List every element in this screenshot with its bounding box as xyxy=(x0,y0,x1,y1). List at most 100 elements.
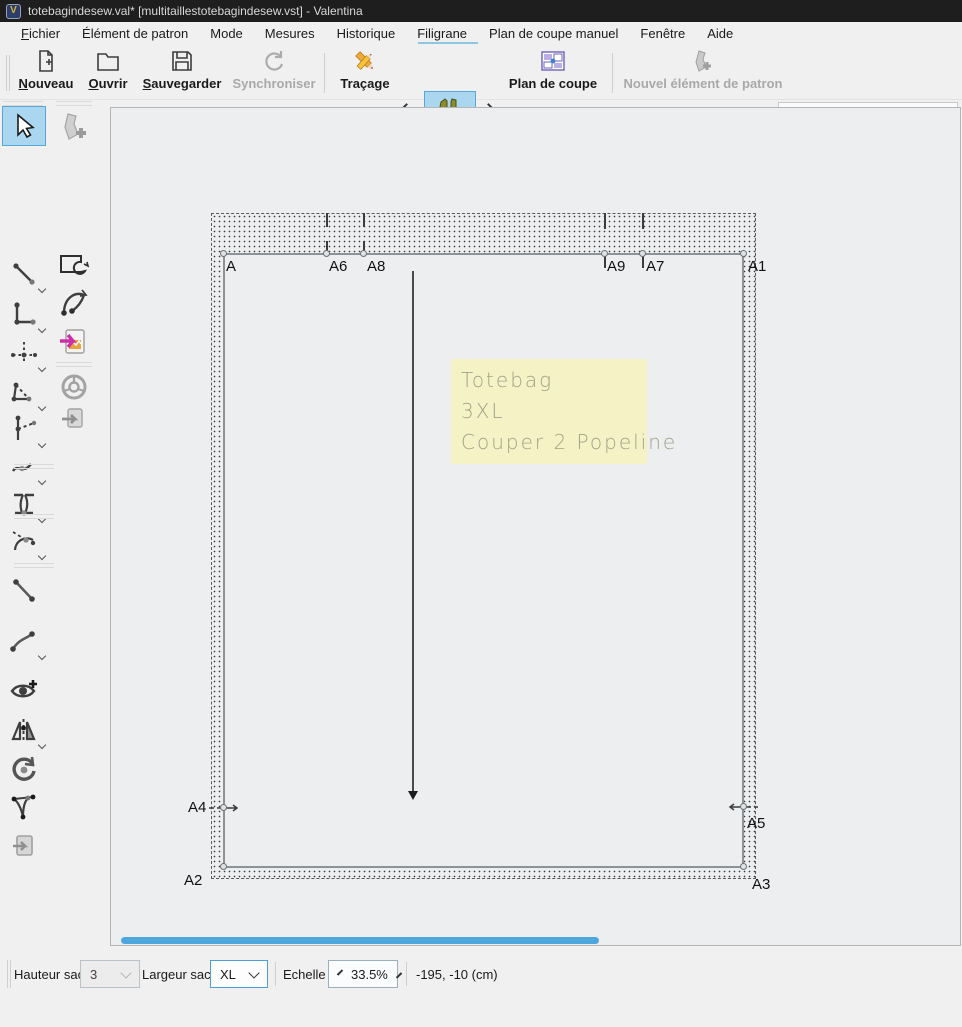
palette-separator xyxy=(56,362,92,367)
decrease-zoom-icon[interactable] xyxy=(337,969,343,975)
point-on-line-tool[interactable] xyxy=(2,409,46,449)
grainline-arrowhead xyxy=(408,791,418,800)
toolbar-separator xyxy=(324,53,325,93)
chevron-down-icon xyxy=(38,741,46,749)
menu-aide[interactable]: Aide xyxy=(696,23,744,44)
ouvrir-button[interactable]: Ouvrir xyxy=(85,48,131,97)
point-a1[interactable] xyxy=(740,250,747,257)
new-pattern-piece-tool xyxy=(54,106,94,146)
true-darts-tool[interactable] xyxy=(2,787,46,827)
nouveau-button[interactable]: Nouveau xyxy=(16,48,76,97)
selection-arrow-tool[interactable] xyxy=(2,106,46,146)
chevron-down-icon xyxy=(38,364,46,372)
axis-point-tool[interactable] xyxy=(2,333,46,373)
open-folder-icon xyxy=(95,48,121,74)
segment-tool[interactable] xyxy=(2,571,46,611)
point-a6[interactable] xyxy=(323,250,330,257)
point-a8[interactable] xyxy=(360,250,367,257)
point-label-a8[interactable]: A8 xyxy=(367,258,385,275)
drawing-canvas[interactable]: A A6 A8 A9 A7 A1 A4 A5 A2 A3 Totebag 3XL… xyxy=(110,107,961,946)
tracage-mode-button[interactable]: Traçage xyxy=(336,48,394,97)
export-tool xyxy=(2,826,46,866)
insert-image-tool[interactable] xyxy=(54,322,94,362)
hauteur-sac-label: Hauteur sac: xyxy=(14,967,88,982)
valentina-logo-icon: V xyxy=(6,4,21,19)
menu-plan-de-coupe-manuel[interactable]: Plan de coupe manuel xyxy=(478,23,629,44)
point-label-a7[interactable]: A7 xyxy=(646,258,664,275)
piece-label-line-1: Totebag xyxy=(461,365,637,396)
corner-point-tool[interactable] xyxy=(2,294,46,334)
notch-a8-outer xyxy=(363,213,365,227)
point-label-a2[interactable]: A2 xyxy=(184,872,202,889)
menu-mesures[interactable]: Mesures xyxy=(254,23,326,44)
arc-tool[interactable] xyxy=(54,282,94,322)
pattern-piece-seam-line[interactable] xyxy=(223,253,744,868)
menu-bar: Fichier Élément de patron Mode Mesures H… xyxy=(0,22,962,45)
point-a4[interactable] xyxy=(220,804,227,811)
chevron-down-icon xyxy=(38,325,46,333)
point-a2[interactable] xyxy=(220,863,227,870)
visibility-group-tool[interactable] xyxy=(2,670,46,710)
point-a5[interactable] xyxy=(740,803,747,810)
pencil-cross-icon xyxy=(351,48,379,74)
sync-arrows-icon xyxy=(261,48,287,74)
workpiece-path-tool[interactable] xyxy=(54,244,94,284)
point-label-a[interactable]: A xyxy=(226,258,236,275)
cursor-coordinates: -195, -10 (cm) xyxy=(416,967,498,982)
statusbar-separator xyxy=(406,962,407,986)
menu-fenetre[interactable]: Fenêtre xyxy=(629,23,696,44)
arc-intersection-tool[interactable] xyxy=(2,521,46,561)
menu-element-de-patron[interactable]: Élément de patron xyxy=(71,23,199,44)
echelle-label: Echelle : xyxy=(283,967,333,982)
window-title: totebagindesew.val* [multitaillestotebag… xyxy=(28,4,363,18)
point-label-a4[interactable]: A4 xyxy=(188,799,206,816)
point-a7[interactable] xyxy=(639,250,646,257)
menu-active-underline xyxy=(418,42,478,44)
palette-separator xyxy=(14,563,54,568)
chevron-down-icon xyxy=(38,552,46,560)
statusbar-grip[interactable] xyxy=(7,960,11,988)
spline-tool[interactable] xyxy=(2,621,46,661)
menu-filigrane[interactable]: Filigrane xyxy=(406,23,478,44)
point-label-a9[interactable]: A9 xyxy=(607,258,625,275)
increase-zoom-icon[interactable] xyxy=(396,972,402,978)
nouvel-element-de-patron-button: Nouvel élément de patron xyxy=(622,48,784,97)
largeur-sac-label: Largeur sac: xyxy=(142,967,214,982)
point-label-a1[interactable]: A1 xyxy=(748,258,766,275)
notch-a7-outer xyxy=(642,213,644,229)
menu-mode[interactable]: Mode xyxy=(199,23,254,44)
point-a[interactable] xyxy=(220,250,227,257)
horizontal-scrollbar-thumb[interactable] xyxy=(121,937,599,944)
point-a9[interactable] xyxy=(601,250,608,257)
new-pattern-piece-icon xyxy=(690,48,716,74)
point-label-a5[interactable]: A5 xyxy=(747,815,765,832)
largeur-sac-combobox[interactable]: XL xyxy=(210,960,268,988)
toolbar-separator xyxy=(612,53,613,93)
echelle-spinbox[interactable]: 33.5% xyxy=(328,960,398,988)
insert-node-tool xyxy=(54,399,94,439)
plan-de-coupe-mode-button[interactable]: Plan de coupe xyxy=(506,48,600,97)
palette-separator xyxy=(14,514,54,519)
point-label-a6[interactable]: A6 xyxy=(329,258,347,275)
chevron-down-icon xyxy=(248,967,259,978)
save-floppy-icon xyxy=(169,48,195,74)
point-a3[interactable] xyxy=(740,863,747,870)
point-label-a3[interactable]: A3 xyxy=(752,876,770,893)
notch-a9-outer xyxy=(604,213,606,229)
status-bar: Hauteur sac: 3 Largeur sac: XL Echelle :… xyxy=(0,947,962,1027)
line-segment-tool[interactable] xyxy=(2,254,46,294)
piece-label-line-2: 3XL xyxy=(461,396,637,427)
triangle-intersection-tool[interactable] xyxy=(2,372,46,412)
menu-fichier[interactable]: Fichier xyxy=(10,23,71,44)
palette-separator xyxy=(14,464,54,469)
sauvegarder-button[interactable]: Sauvegarder xyxy=(139,48,225,97)
rotate-tool[interactable] xyxy=(2,749,46,789)
pattern-piece-info-label[interactable]: Totebag 3XL Couper 2 Popeline xyxy=(451,359,647,464)
chevron-down-icon xyxy=(38,652,46,660)
menu-historique[interactable]: Historique xyxy=(326,23,407,44)
toolbar-grip[interactable] xyxy=(6,55,10,91)
statusbar-separator xyxy=(275,962,276,986)
grainline-arrow[interactable] xyxy=(412,271,414,791)
hauteur-sac-combobox: 3 xyxy=(80,960,140,988)
mirror-tool[interactable] xyxy=(2,710,46,750)
